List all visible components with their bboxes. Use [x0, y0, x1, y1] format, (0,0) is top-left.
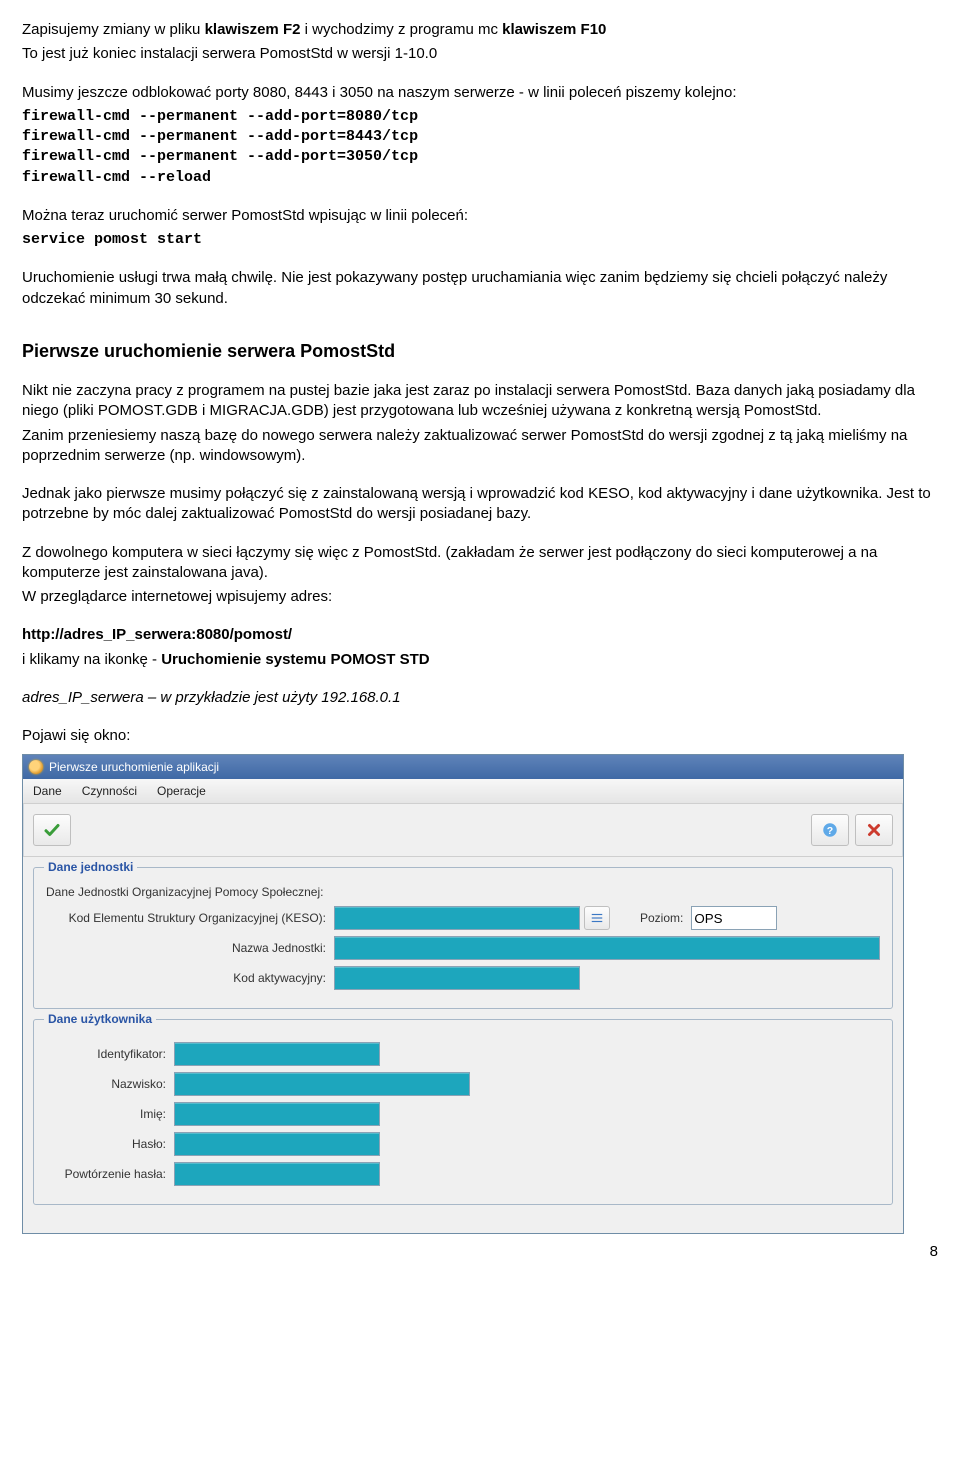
group-dane-uzytkownika: Dane użytkownika Identyfikator: Nazwisko…	[33, 1019, 893, 1205]
text: Musimy jeszcze odblokować porty 8080, 84…	[22, 83, 938, 103]
help-icon: ?	[821, 821, 839, 839]
group-dane-jednostki: Dane jednostki Dane Jednostki Organizacy…	[33, 867, 893, 1009]
text: Pojawi się okno:	[22, 726, 938, 746]
cancel-button[interactable]	[855, 814, 893, 846]
text: W przeglądarce internetowej wpisujemy ad…	[22, 587, 938, 607]
text: i klikamy na ikonkę -	[22, 651, 161, 668]
text-italic: adres_IP_serwera – w przykładzie jest uż…	[22, 688, 938, 708]
code-line: firewall-cmd --permanent --add-port=8443…	[22, 127, 938, 147]
nazwisko-input[interactable]	[174, 1072, 470, 1096]
app-icon	[29, 760, 43, 774]
text: To jest już koniec instalacji serwera Po…	[22, 44, 938, 64]
label-poziom: Poziom:	[640, 910, 683, 926]
code-line: firewall-cmd --permanent --add-port=8080…	[22, 107, 938, 127]
paragraph-db: Nikt nie zaczyna pracy z programem na pu…	[22, 381, 938, 466]
paragraph-url: http://adres_IP_serwera:8080/pomost/ i k…	[22, 625, 938, 670]
label-powtorzenie: Powtórzenie hasła:	[46, 1166, 166, 1182]
nazwa-input[interactable]	[334, 936, 880, 960]
list-icon	[590, 911, 604, 925]
row-haslo: Hasło:	[46, 1132, 880, 1156]
paragraph-firewall: Musimy jeszcze odblokować porty 8080, 84…	[22, 83, 938, 188]
text-bold: klawiszem F10	[502, 21, 606, 38]
paragraph-save-exit: Zapisujemy zmiany w pliku klawiszem F2 i…	[22, 20, 938, 65]
text: Można teraz uruchomić serwer PomostStd w…	[22, 206, 938, 226]
row-nazwisko: Nazwisko:	[46, 1072, 880, 1096]
powtorzenie-input[interactable]	[174, 1162, 380, 1186]
text: Z dowolnego komputera w sieci łączymy si…	[22, 543, 938, 584]
app-window: Pierwsze uruchomienie aplikacji Dane Czy…	[22, 754, 904, 1234]
keso-lookup-button[interactable]	[584, 906, 610, 930]
text: Nikt nie zaczyna pracy z programem na pu…	[22, 381, 938, 422]
row-powtorzenie: Powtórzenie hasła:	[46, 1162, 880, 1186]
code-line: firewall-cmd --reload	[22, 168, 938, 188]
menubar: Dane Czynności Operacje	[23, 779, 903, 804]
label-identyfikator: Identyfikator:	[46, 1046, 166, 1062]
paragraph-service-start: Można teraz uruchomić serwer PomostStd w…	[22, 206, 938, 251]
url-text: http://adres_IP_serwera:8080/pomost/	[22, 625, 938, 645]
text-bold: Uruchomienie systemu POMOST STD	[161, 651, 429, 668]
label-haslo: Hasło:	[46, 1136, 166, 1152]
check-icon	[43, 821, 61, 839]
content-area: Dane jednostki Dane Jednostki Organizacy…	[23, 857, 903, 1233]
paragraph-wait: Uruchomienie usługi trwa małą chwilę. Ni…	[22, 268, 938, 309]
imie-input[interactable]	[174, 1102, 380, 1126]
section-heading: Pierwsze uruchomienie serwera PomostStd	[22, 339, 938, 363]
paragraph-connect: Z dowolnego komputera w sieci łączymy si…	[22, 543, 938, 608]
page-number: 8	[22, 1242, 938, 1262]
group-description: Dane Jednostki Organizacyjnej Pomocy Spo…	[46, 884, 880, 900]
group-legend: Dane użytkownika	[44, 1011, 156, 1027]
titlebar: Pierwsze uruchomienie aplikacji	[23, 755, 903, 779]
code-line: firewall-cmd --permanent --add-port=3050…	[22, 147, 938, 167]
menu-czynnosci[interactable]: Czynności	[82, 783, 137, 799]
menu-dane[interactable]: Dane	[33, 783, 62, 799]
text: Zapisujemy zmiany w pliku	[22, 21, 205, 38]
code-line: service pomost start	[22, 230, 938, 250]
label-keso: Kod Elementu Struktury Organizacyjnej (K…	[46, 910, 326, 926]
toolbar: ?	[23, 804, 903, 857]
svg-text:?: ?	[827, 825, 833, 837]
keso-input[interactable]	[334, 906, 580, 930]
label-nazwisko: Nazwisko:	[46, 1076, 166, 1092]
label-kod: Kod aktywacyjny:	[46, 970, 326, 986]
row-imie: Imię:	[46, 1102, 880, 1126]
group-legend: Dane jednostki	[44, 859, 137, 875]
text: Uruchomienie usługi trwa małą chwilę. Ni…	[22, 268, 938, 309]
window-title: Pierwsze uruchomienie aplikacji	[49, 759, 219, 775]
paragraph-keso: Jednak jako pierwsze musimy połączyć się…	[22, 484, 938, 525]
menu-operacje[interactable]: Operacje	[157, 783, 206, 799]
row-identyfikator: Identyfikator:	[46, 1042, 880, 1066]
text: i wychodzimy z programu mc	[300, 21, 502, 38]
label-imie: Imię:	[46, 1106, 166, 1122]
text: Zanim przeniesiemy naszą bazę do nowego …	[22, 426, 938, 467]
row-keso: Kod Elementu Struktury Organizacyjnej (K…	[46, 906, 880, 930]
text-bold: klawiszem F2	[205, 21, 301, 38]
text: Jednak jako pierwsze musimy połączyć się…	[22, 484, 938, 525]
row-nazwa: Nazwa Jednostki:	[46, 936, 880, 960]
close-icon	[865, 821, 883, 839]
label-nazwa: Nazwa Jednostki:	[46, 940, 326, 956]
accept-button[interactable]	[33, 814, 71, 846]
help-button[interactable]: ?	[811, 814, 849, 846]
haslo-input[interactable]	[174, 1132, 380, 1156]
kod-input[interactable]	[334, 966, 580, 990]
identyfikator-input[interactable]	[174, 1042, 380, 1066]
poziom-input	[691, 906, 777, 930]
row-kod: Kod aktywacyjny:	[46, 966, 880, 990]
